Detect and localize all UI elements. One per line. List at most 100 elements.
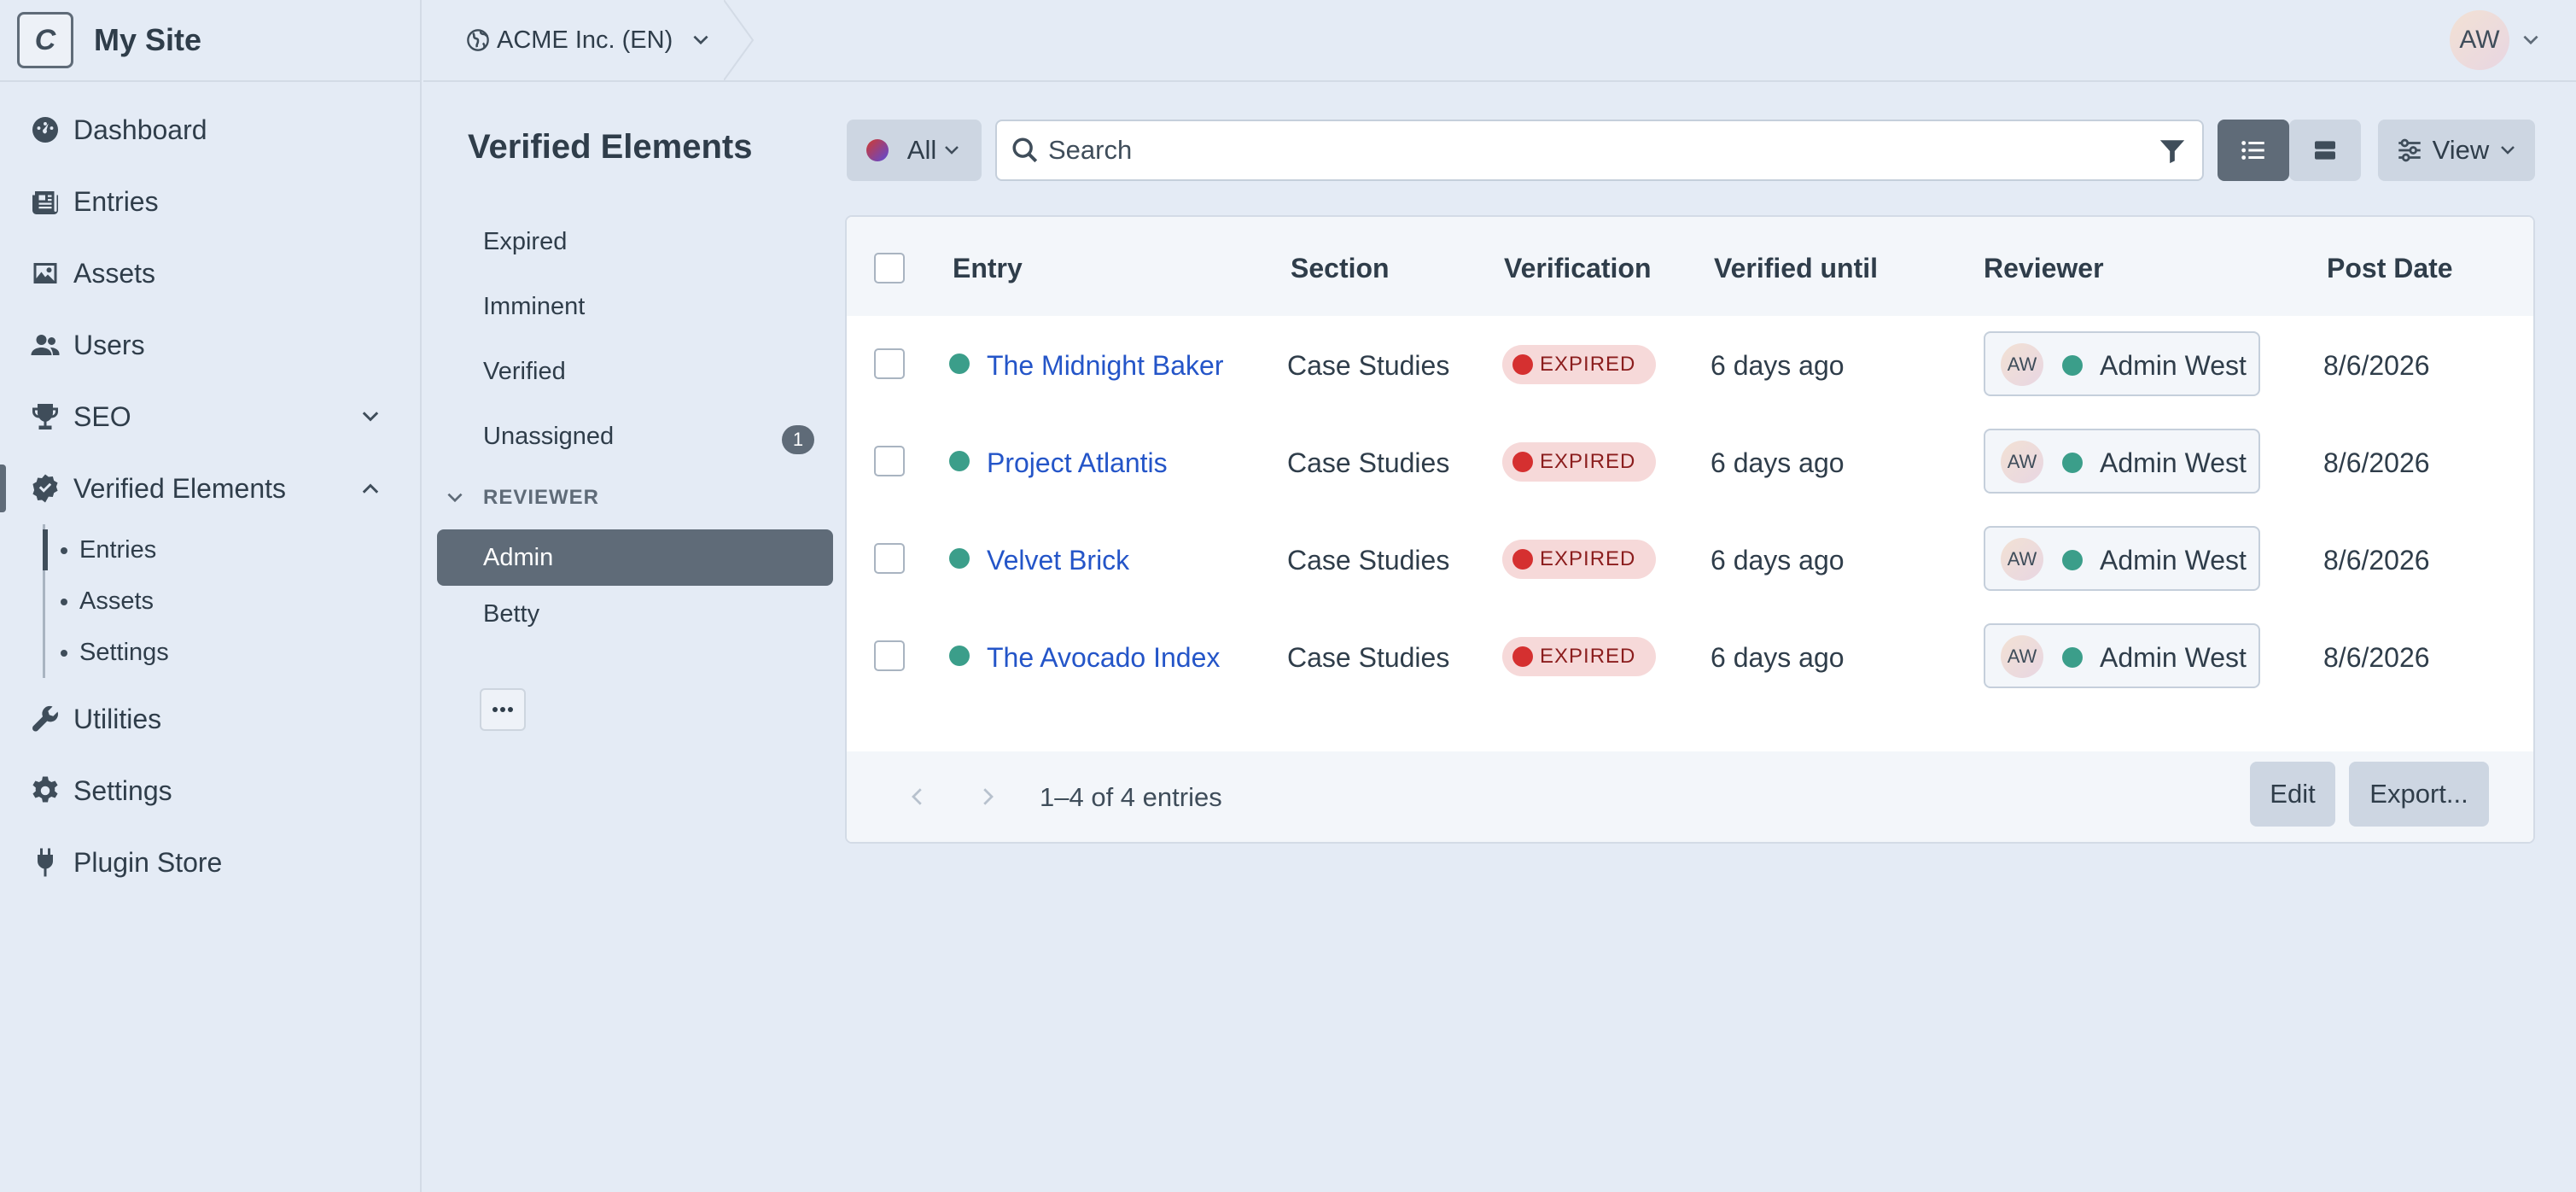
filter-icon[interactable] — [2158, 137, 2187, 166]
chevron-down-icon[interactable] — [358, 405, 382, 429]
chevron-right-icon[interactable] — [975, 784, 1000, 809]
post-date-cell: 8/6/2026 — [2323, 642, 2430, 673]
nav-item-dashboard[interactable]: Dashboard — [0, 94, 420, 166]
nav-item-seo[interactable]: SEO — [0, 381, 420, 453]
row-checkbox[interactable] — [874, 543, 905, 574]
source-settings-button[interactable] — [480, 688, 526, 731]
status-dot-icon — [865, 139, 889, 161]
chevron-down-icon — [693, 35, 708, 45]
column-header-entry[interactable]: Entry — [953, 253, 1023, 284]
card-view-button[interactable] — [2289, 120, 2361, 181]
site-name: My Site — [94, 22, 202, 57]
site-logo: C — [17, 12, 73, 68]
search-input[interactable] — [1048, 135, 2124, 166]
verification-status-badge: EXPIRED — [1502, 345, 1657, 384]
row-checkbox[interactable] — [874, 640, 905, 671]
post-date-cell: 8/6/2026 — [2323, 447, 2430, 478]
verified-until-cell: 6 days ago — [1711, 545, 1845, 576]
users-icon — [29, 329, 61, 361]
column-header-verification[interactable]: Verification — [1504, 253, 1652, 284]
user-menu[interactable]: AW — [2450, 10, 2542, 70]
source-expired[interactable]: Expired — [437, 213, 833, 270]
status-menu-label: All — [906, 135, 937, 165]
source-imminent[interactable]: Imminent — [437, 278, 833, 335]
subnav-item-assets[interactable]: Assets — [45, 576, 420, 627]
nav-label: Plugin Store — [73, 846, 223, 878]
row-checkbox[interactable] — [874, 446, 905, 476]
nav-label: Entries — [73, 185, 159, 217]
site-switcher[interactable]: ACME Inc. (EN) — [423, 0, 739, 80]
post-date-cell: 8/6/2026 — [2323, 350, 2430, 381]
globe-icon — [467, 29, 489, 51]
verification-status-badge: EXPIRED — [1502, 540, 1657, 579]
source-label: Verified — [483, 357, 566, 385]
source-unassigned[interactable]: Unassigned 1 — [437, 408, 833, 465]
nav-label: Dashboard — [73, 114, 207, 145]
status-active-dot — [2062, 355, 2083, 376]
avatar: AW — [2001, 635, 2043, 678]
main-nav: Dashboard Entries Assets Users SEO Verif… — [0, 82, 420, 898]
nav-item-plugin-store[interactable]: Plugin Store — [0, 827, 420, 898]
nav-label: Assets — [73, 257, 156, 289]
view-menu-button[interactable]: View — [2378, 120, 2535, 181]
global-sidebar: C My Site Dashboard Entries Assets Users… — [0, 0, 422, 1192]
reviewer-name: Admin West — [2100, 545, 2247, 576]
image-icon — [29, 257, 61, 289]
source-heading-reviewer[interactable]: REVIEWER — [437, 468, 833, 528]
source-heading-label: REVIEWER — [483, 486, 600, 509]
source-label: Betty — [483, 599, 540, 628]
sliders-icon — [2398, 138, 2421, 162]
subnav-item-entries[interactable]: Entries — [43, 524, 420, 576]
element-index-table: Entry Section Verification Verified unti… — [845, 215, 2535, 844]
verified-elements-subnav: Entries Assets Settings — [43, 524, 420, 678]
wrench-icon — [29, 703, 61, 735]
chevron-left-icon[interactable] — [905, 784, 930, 809]
export-button[interactable]: Export... — [2349, 762, 2489, 827]
table-header: Entry Section Verification Verified unti… — [847, 217, 2533, 316]
column-header-section[interactable]: Section — [1291, 253, 1390, 284]
entry-title-link[interactable]: Velvet Brick — [987, 545, 1129, 576]
chevron-up-icon[interactable] — [358, 476, 382, 500]
edit-button[interactable]: Edit — [2250, 762, 2335, 827]
nav-item-utilities[interactable]: Utilities — [0, 683, 420, 755]
count-badge: 1 — [782, 425, 814, 454]
column-header-verified-until[interactable]: Verified until — [1714, 253, 1878, 284]
verified-until-cell: 6 days ago — [1711, 447, 1845, 478]
status-active-dot — [2062, 647, 2083, 668]
status-menu-button[interactable]: All — [847, 120, 982, 181]
breadcrumb-separator — [724, 0, 755, 80]
source-reviewer-admin[interactable]: Admin — [437, 529, 833, 586]
table-row: The Midnight Baker Case Studies EXPIRED … — [847, 316, 2533, 413]
source-reviewer-betty[interactable]: Betty — [437, 586, 833, 642]
entry-title-link[interactable]: The Midnight Baker — [987, 350, 1223, 382]
avatar: AW — [2001, 538, 2043, 581]
nav-item-settings[interactable]: Settings — [0, 755, 420, 827]
reviewer-chip[interactable]: AW Admin West — [1984, 623, 2260, 688]
subnav-item-settings[interactable]: Settings — [45, 627, 420, 678]
reviewer-chip[interactable]: AW Admin West — [1984, 526, 2260, 591]
nav-item-entries[interactable]: Entries — [0, 166, 420, 237]
source-verified[interactable]: Verified — [437, 343, 833, 400]
trophy-icon — [29, 400, 61, 433]
select-all-checkbox[interactable] — [874, 253, 905, 283]
reviewer-chip[interactable]: AW Admin West — [1984, 331, 2260, 396]
site-switcher-label: ACME Inc. (EN) — [497, 26, 673, 54]
site-header[interactable]: C My Site — [0, 0, 420, 82]
nav-item-verified-elements[interactable]: Verified Elements — [0, 453, 420, 524]
avatar: AW — [2450, 10, 2509, 70]
entry-title-link[interactable]: The Avocado Index — [987, 642, 1220, 674]
table-view-button[interactable] — [2218, 120, 2289, 181]
status-enabled-dot — [949, 548, 970, 569]
section-cell: Case Studies — [1287, 545, 1450, 576]
list-icon — [2241, 141, 2264, 160]
column-header-post-date[interactable]: Post Date — [2327, 253, 2453, 284]
chevron-down-icon — [945, 146, 959, 155]
reviewer-chip[interactable]: AW Admin West — [1984, 429, 2260, 494]
nav-item-users[interactable]: Users — [0, 309, 420, 381]
source-sidebar: Expired Imminent Verified Unassigned 1 R… — [437, 213, 833, 731]
column-header-reviewer[interactable]: Reviewer — [1984, 253, 2104, 284]
row-checkbox[interactable] — [874, 348, 905, 379]
nav-item-assets[interactable]: Assets — [0, 237, 420, 309]
entry-count: 1–4 of 4 entries — [1040, 782, 1222, 812]
entry-title-link[interactable]: Project Atlantis — [987, 447, 1168, 479]
